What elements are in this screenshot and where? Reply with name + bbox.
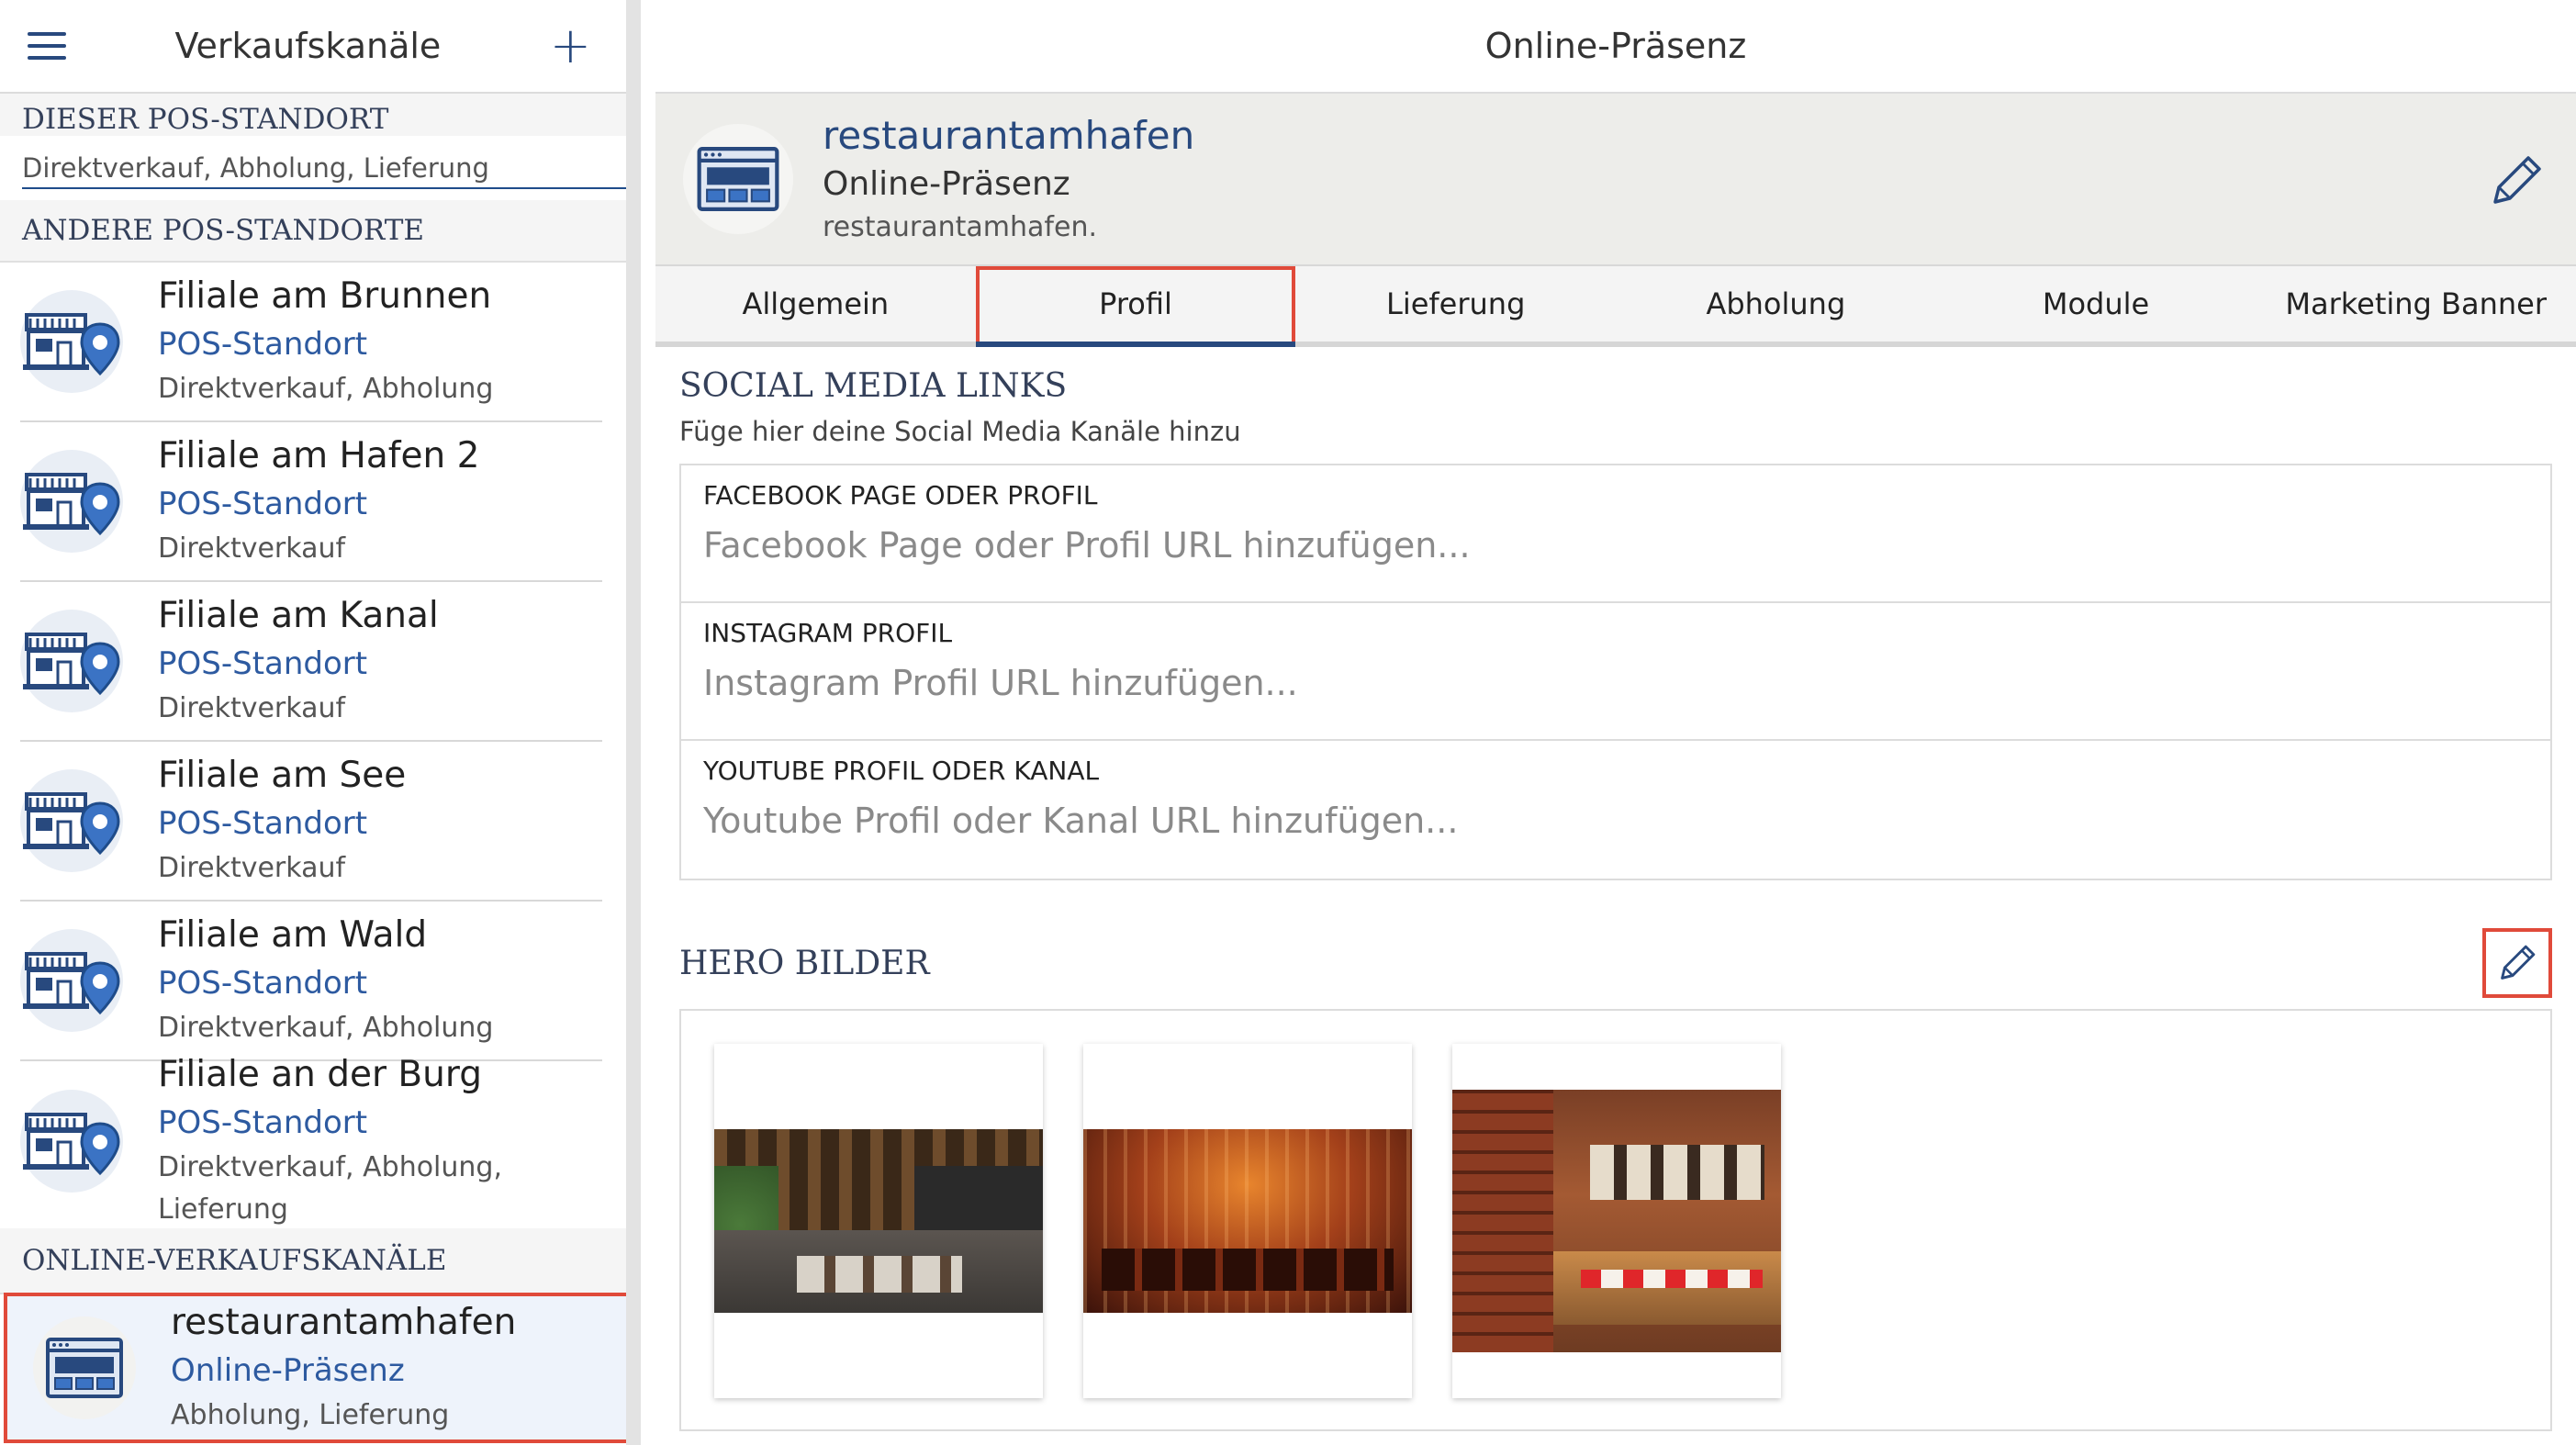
location-item[interactable]: Filiale am Hafen 2 POS-Standort Direktve… [20, 422, 602, 582]
this-pos-description: Direktverkauf, Abholung, Lieferung [22, 152, 489, 184]
hero-images-header: HERO BILDER [679, 926, 2552, 1000]
youtube-field: YOUTUBE PROFIL ODER KANAL [681, 741, 2550, 879]
browser-window-icon [683, 124, 793, 234]
location-description: Direktverkauf [158, 692, 346, 724]
youtube-field-label: YOUTUBE PROFIL ODER KANAL [703, 756, 1100, 786]
location-name: Filiale an der Burg [158, 1054, 482, 1095]
facebook-url-input[interactable] [703, 525, 2528, 566]
tab-label: Lieferung [1385, 286, 1526, 321]
add-channel-button[interactable]: + [550, 21, 591, 71]
instagram-url-input[interactable] [703, 663, 2528, 703]
tab-module[interactable]: Module [1936, 266, 2257, 342]
location-type: POS-Standort [158, 965, 368, 1002]
tab-marketing-banner[interactable]: Marketing Banner [2256, 266, 2576, 342]
profile-name: restaurantamhafen [823, 113, 1195, 158]
hero-images-gallery [679, 1009, 2552, 1431]
instagram-field-label: INSTAGRAM PROFIL [703, 618, 953, 648]
facebook-field-label: FACEBOOK PAGE ODER PROFIL [703, 480, 1098, 510]
hero-image-card[interactable] [1452, 1044, 1781, 1398]
hero-image-card[interactable] [714, 1044, 1043, 1398]
location-type: POS-Standort [158, 805, 368, 842]
location-name: Filiale am Brunnen [158, 275, 492, 317]
profile-url: restaurantamhafen. [823, 211, 1097, 243]
online-channel-name: restaurantamhafen [171, 1302, 517, 1343]
edit-hero-images-button[interactable] [2482, 928, 2552, 998]
location-description: Direktverkauf, Abholung [158, 373, 494, 405]
tab-label: Marketing Banner [2285, 286, 2547, 321]
online-channel-type: Online-Präsenz [171, 1352, 405, 1389]
location-description: Direktverkauf [158, 532, 346, 565]
location-type: POS-Standort [158, 645, 368, 682]
section-heading-other-pos: ANDERE POS-STANDORTE [0, 200, 626, 263]
hamburger-icon[interactable] [28, 32, 66, 60]
online-channel-item[interactable]: restaurantamhafen Online-Präsenz Abholun… [4, 1293, 626, 1443]
instagram-field: INSTAGRAM PROFIL [681, 603, 2550, 741]
location-name: Filiale am Hafen 2 [158, 435, 480, 476]
edit-profile-button[interactable] [2484, 149, 2548, 213]
tab-allgemein[interactable]: Allgemein [655, 266, 976, 342]
location-item[interactable]: Filiale an der Burg POS-Standort Direktv… [20, 1054, 602, 1226]
sidebar: Verkaufskanäle + DIESER POS-STANDORT Dir… [0, 0, 641, 1445]
pencil-icon [2493, 156, 2541, 204]
hero-image [714, 1129, 1043, 1313]
hero-images-title: HERO BILDER [679, 944, 930, 982]
profile-content: SOCIAL MEDIA LINKS Füge hier deine Socia… [655, 367, 2576, 1431]
location-name: Filiale am Kanal [158, 595, 439, 636]
tab-abholung[interactable]: Abholung [1616, 266, 1936, 342]
hero-image [1083, 1129, 1412, 1313]
divider [22, 187, 626, 189]
hero-image-card[interactable] [1083, 1044, 1412, 1398]
store-location-icon [20, 1090, 123, 1193]
location-description: Direktverkauf, Abholung [158, 1012, 494, 1044]
sidebar-header: Verkaufskanäle + [0, 0, 626, 94]
pencil-icon [2501, 945, 2536, 980]
location-name: Filiale am Wald [158, 914, 428, 956]
location-type: POS-Standort [158, 1104, 368, 1141]
tab-bar: Allgemein Profil Lieferung Abholung Modu… [655, 266, 2576, 347]
location-description: Direktverkauf [158, 852, 346, 884]
tab-lieferung[interactable]: Lieferung [1295, 266, 1616, 342]
profile-type: Online-Präsenz [823, 165, 1070, 203]
tab-label: Abholung [1706, 286, 1846, 321]
tab-label: Profil [1099, 286, 1172, 321]
profile-header: restaurantamhafen Online-Präsenz restaur… [655, 94, 2576, 266]
facebook-field: FACEBOOK PAGE ODER PROFIL [681, 465, 2550, 603]
location-type: POS-Standort [158, 486, 368, 522]
tab-label: Module [2042, 286, 2150, 321]
tab-profil[interactable]: Profil [975, 266, 1296, 347]
hero-image [1452, 1090, 1781, 1352]
section-heading-this-pos: DIESER POS-STANDORT [0, 94, 626, 136]
this-pos-section[interactable]: DIESER POS-STANDORT Direktverkauf, Abhol… [0, 94, 626, 200]
store-location-icon [20, 610, 123, 712]
location-type: POS-Standort [158, 326, 368, 363]
social-media-subtitle: Füge hier deine Social Media Kanäle hinz… [679, 416, 1241, 447]
social-media-title: SOCIAL MEDIA LINKS [679, 367, 1068, 405]
store-location-icon [20, 929, 123, 1032]
location-item[interactable]: Filiale am Brunnen POS-Standort Direktve… [20, 263, 602, 422]
store-location-icon [20, 769, 123, 872]
location-name: Filiale am See [158, 755, 407, 796]
online-channel-description: Abholung, Lieferung [171, 1399, 450, 1431]
youtube-url-input[interactable] [703, 801, 2528, 841]
location-item[interactable]: Filiale am See POS-Standort Direktverkau… [20, 742, 602, 902]
store-location-icon [20, 450, 123, 553]
main-panel: Online-Präsenz restaurantamhafen Online-… [655, 0, 2576, 1445]
location-item[interactable]: Filiale am Wald POS-Standort Direktverka… [20, 902, 602, 1061]
store-location-icon [20, 290, 123, 393]
browser-window-icon [33, 1316, 136, 1419]
page-title: Online-Präsenz [655, 0, 2576, 94]
sidebar-title: Verkaufskanäle [174, 26, 442, 66]
location-item[interactable]: Filiale am Kanal POS-Standort Direktverk… [20, 582, 602, 742]
social-media-fields: FACEBOOK PAGE ODER PROFIL INSTAGRAM PROF… [679, 464, 2552, 880]
tab-label: Allgemein [742, 286, 890, 321]
section-heading-online: ONLINE-VERKAUFSKANÄLE [0, 1228, 626, 1294]
location-description: Direktverkauf, Abholung, Lieferung [158, 1151, 502, 1226]
